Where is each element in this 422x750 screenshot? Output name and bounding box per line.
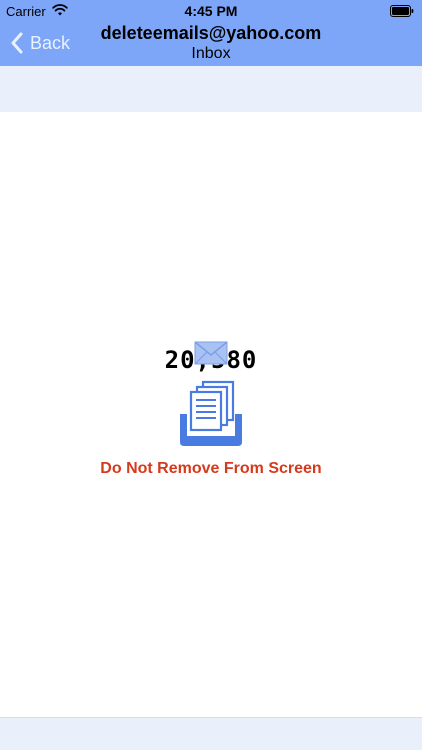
envelope-icon bbox=[194, 341, 228, 365]
toolbar-band bbox=[0, 66, 422, 112]
warning-message: Do Not Remove From Screen bbox=[100, 460, 322, 477]
folder-subtitle: Inbox bbox=[191, 45, 231, 62]
content-area: 20,580 Do Not Remove From Screen bbox=[0, 112, 422, 718]
status-bar: Carrier 4:45 PM bbox=[0, 0, 422, 22]
battery-icon bbox=[390, 5, 414, 17]
bottom-toolbar bbox=[0, 717, 422, 750]
navigation-header: Carrier 4:45 PM Back deleteemails@yahoo.… bbox=[0, 0, 422, 66]
status-time: 4:45 PM bbox=[184, 3, 238, 19]
document-tray-icon bbox=[180, 380, 242, 446]
account-title: deleteemails@yahoo.com bbox=[100, 23, 322, 43]
